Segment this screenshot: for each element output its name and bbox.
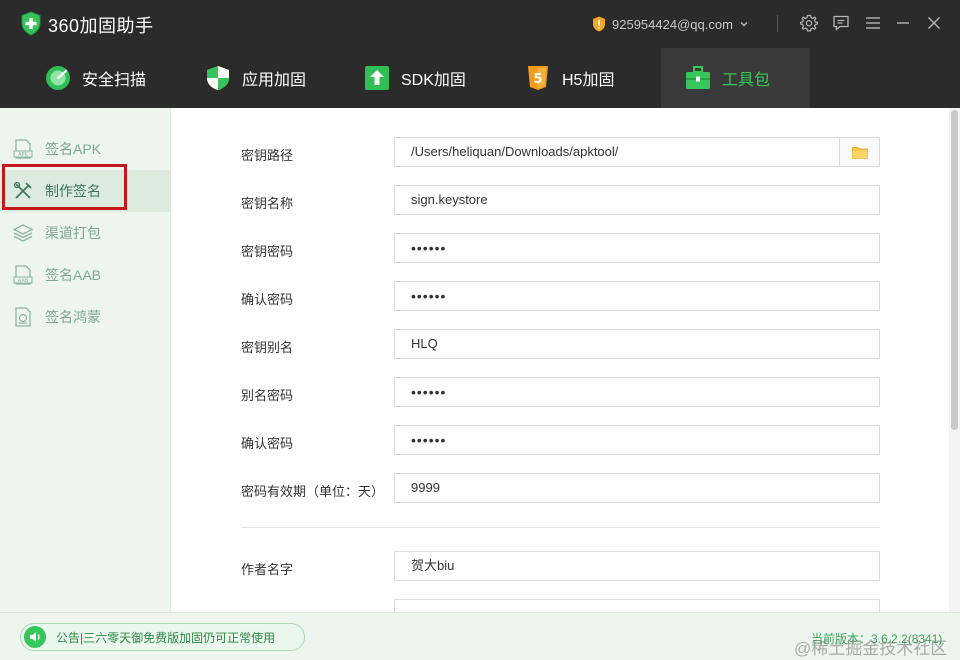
sidebar-item-label: 渠道打包 (45, 225, 101, 241)
tab-app-hardening[interactable]: 应用加固 (205, 48, 306, 108)
form-row-keystore-password: 密钥密码 •••••• (171, 233, 949, 263)
alias-password-label: 别名密码 (241, 388, 294, 403)
form-row-keystore-path: 密钥路径 /Users/heliquan/Downloads/apktool/ (171, 137, 949, 167)
account-shield-icon (593, 16, 605, 32)
form-divider (241, 527, 880, 528)
hamburger-menu-icon (866, 17, 880, 29)
titlebar-separator (777, 15, 778, 32)
validity-label: 密码有效期（单位：天） (241, 484, 385, 499)
keystore-password-field[interactable]: •••••• (394, 233, 880, 263)
menu-button[interactable] (863, 13, 883, 33)
tab-label: H5加固 (562, 72, 615, 89)
tab-label: 安全扫描 (82, 72, 147, 89)
validity-field[interactable]: 9999 (394, 473, 880, 503)
title-bar: 360加固助手 925954424@qq.com (0, 0, 960, 48)
keystore-path-value: /Users/heliquan/Downloads/apktool/ (411, 144, 619, 159)
layers-icon (13, 224, 33, 242)
status-bar: 公告|三六零天御免费版加固仍可正常使用 当前版本：3.6.2.2(8341) @… (0, 612, 960, 660)
toolbox-icon (686, 66, 710, 89)
tab-toolbox[interactable]: 工具包 (661, 48, 810, 108)
keystore-password-label: 密钥密码 (241, 244, 294, 259)
signature-form: 密钥路径 /Users/heliquan/Downloads/apktool/ … (171, 108, 949, 612)
form-row-confirm-alias-password: 确认密码 •••••• (171, 425, 949, 455)
alias-label: 密钥别名 (241, 340, 294, 355)
keystore-path-label: 密钥路径 (241, 148, 294, 163)
form-row-alias: 密钥别名 HLQ (171, 329, 949, 359)
form-row-next-partial (171, 599, 949, 612)
form-row-confirm-password: 确认密码 •••••• (171, 281, 949, 311)
main-tab-bar: 安全扫描 应用加固 SDK加固 5 H5加固 工具包 (0, 48, 960, 108)
sidebar-item-label: 签名APK (45, 141, 102, 157)
close-button[interactable] (924, 13, 944, 33)
svg-text:APK: APK (18, 152, 28, 158)
svg-text:AAB: AAB (18, 278, 29, 284)
folder-icon (851, 146, 868, 159)
minimize-button[interactable] (893, 13, 913, 33)
vertical-scrollbar[interactable] (949, 108, 960, 612)
tab-label: SDK加固 (401, 72, 466, 89)
sidebar-item-label: 签名鸿蒙 (45, 309, 101, 325)
watermark-text: @稀土掘金技术社区 (794, 639, 948, 658)
svg-text:5: 5 (533, 72, 542, 87)
minimize-icon (897, 22, 909, 24)
announcement-pill[interactable]: 公告|三六零天御免费版加固仍可正常使用 (20, 623, 305, 651)
tab-label: 工具包 (722, 72, 771, 89)
keystore-name-field[interactable]: sign.keystore (394, 185, 880, 215)
browse-folder-button[interactable] (839, 138, 879, 166)
sdk-upload-icon (365, 66, 389, 90)
gear-icon (800, 14, 818, 32)
confirm-alias-password-field[interactable]: •••••• (394, 425, 880, 455)
tab-label: 应用加固 (242, 72, 307, 89)
harmony-file-icon (15, 307, 31, 327)
sidebar-item-sign-aab[interactable]: AAB 签名AAB (0, 254, 170, 296)
form-row-author: 作者名字 贺大biu (171, 551, 949, 581)
form-row-alias-password: 别名密码 •••••• (171, 377, 949, 407)
confirm-alias-password-label: 确认密码 (241, 436, 294, 451)
sidebar-item-sign-harmony[interactable]: 签名鸿蒙 (0, 296, 170, 338)
announcement-text: 公告|三六零天御免费版加固仍可正常使用 (56, 630, 276, 645)
app-logo-icon (21, 11, 41, 36)
highlight-annotation (2, 164, 127, 210)
scan-icon (46, 66, 70, 90)
settings-button[interactable] (799, 13, 819, 33)
apk-file-icon: APK (13, 139, 33, 159)
sidebar-item-label: 签名AAB (45, 267, 102, 283)
keystore-name-label: 密钥名称 (241, 196, 294, 211)
account-email: 925954424@qq.com (612, 16, 733, 32)
keystore-path-field[interactable]: /Users/heliquan/Downloads/apktool/ (394, 137, 880, 167)
speaker-icon (24, 626, 46, 648)
author-label: 作者名字 (241, 562, 294, 577)
account-menu[interactable]: 925954424@qq.com (592, 14, 749, 34)
confirm-password-label: 确认密码 (241, 292, 294, 307)
next-field-partial[interactable] (394, 599, 880, 612)
alias-password-field[interactable]: •••••• (394, 377, 880, 407)
chevron-down-icon (740, 22, 748, 27)
close-icon (928, 17, 940, 29)
message-icon (833, 15, 849, 31)
tab-sdk-hardening[interactable]: SDK加固 (364, 48, 466, 108)
alias-field[interactable]: HLQ (394, 329, 880, 359)
form-row-keystore-name: 密钥名称 sign.keystore (171, 185, 949, 215)
tab-h5-hardening[interactable]: 5 H5加固 (525, 48, 614, 108)
confirm-password-field[interactable]: •••••• (394, 281, 880, 311)
scrollbar-thumb[interactable] (951, 110, 958, 430)
author-field[interactable]: 贺大biu (394, 551, 880, 581)
form-row-validity: 密码有效期（单位：天） 9999 (171, 473, 949, 503)
shield-icon (207, 66, 229, 90)
sidebar-item-channel-pack[interactable]: 渠道打包 (0, 212, 170, 254)
feedback-button[interactable] (831, 13, 851, 33)
aab-file-icon: AAB (13, 265, 33, 285)
tab-security-scan[interactable]: 安全扫描 (45, 48, 146, 108)
html5-icon: 5 (528, 66, 548, 90)
app-title: 360加固助手 (48, 16, 154, 36)
